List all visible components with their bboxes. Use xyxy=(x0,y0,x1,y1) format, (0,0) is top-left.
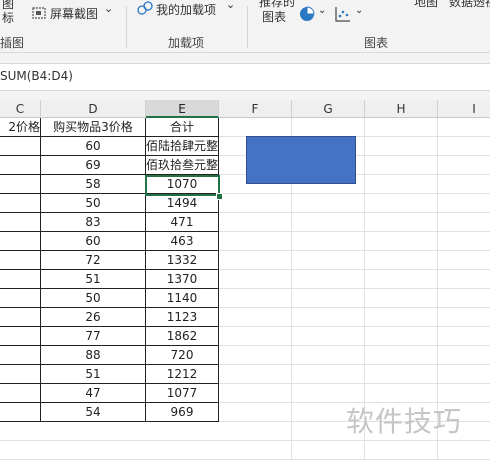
column-header-g[interactable]: G xyxy=(292,100,365,118)
formula-text[interactable]: SUM(B4:D4) xyxy=(0,69,73,83)
table-cell-e[interactable]: 471 xyxy=(146,213,219,232)
column-header-e[interactable]: E xyxy=(146,100,219,118)
column-header-i[interactable]: I xyxy=(438,100,490,118)
scatter-chart-dropdown-icon[interactable]: ⌄ xyxy=(355,5,363,16)
recommended-charts-line2[interactable]: 图表 xyxy=(262,8,286,25)
table-cell-d[interactable]: 83 xyxy=(41,213,146,232)
table-cell-d[interactable]: 69 xyxy=(41,156,146,175)
selected-cell-outline xyxy=(145,175,220,196)
pie-chart-icon[interactable] xyxy=(298,5,316,23)
table-cell-e[interactable]: 1123 xyxy=(146,308,219,327)
gridline xyxy=(0,440,490,441)
table-cell-c[interactable] xyxy=(0,175,41,194)
watermark: 软件技巧 xyxy=(346,405,463,438)
table-cell-d[interactable]: 77 xyxy=(41,327,146,346)
table-cell-d[interactable]: 51 xyxy=(41,365,146,384)
column-header-f[interactable]: F xyxy=(219,100,292,118)
table-cell-e[interactable]: 969 xyxy=(146,403,219,422)
table-cell-d[interactable]: 58 xyxy=(41,175,146,194)
table-cell-d[interactable]: 60 xyxy=(41,232,146,251)
cell-e1[interactable]: 合计 xyxy=(146,118,219,137)
pie-chart-dropdown-icon[interactable]: ⌄ xyxy=(318,5,326,16)
table-cell-d[interactable]: 54 xyxy=(41,403,146,422)
table-cell-d[interactable]: 26 xyxy=(41,308,146,327)
table-cell-e[interactable]: 1370 xyxy=(146,270,219,289)
table-cell-d[interactable]: 50 xyxy=(41,289,146,308)
screenshot-icon[interactable] xyxy=(32,5,46,19)
cell-d1[interactable]: 购买物品3价格 xyxy=(41,118,146,137)
table-cell-d[interactable]: 51 xyxy=(41,270,146,289)
table-cell-e[interactable]: 1862 xyxy=(146,327,219,346)
ribbon-separator xyxy=(126,6,127,48)
ribbon: 图 标 屏幕截图 ⌄ 我的加载项 ⌄ 推荐的 图表 ⌄ ⌄ 地图 数据透视 插图… xyxy=(0,0,490,53)
table-cell-c[interactable] xyxy=(0,289,41,308)
table-cell-e[interactable]: 463 xyxy=(146,232,219,251)
table-cell-c[interactable] xyxy=(0,137,41,156)
table-cell-c[interactable] xyxy=(0,346,41,365)
my-addins-button[interactable]: 我的加载项 xyxy=(156,1,216,18)
table-cell-c[interactable] xyxy=(0,308,41,327)
table-cell-e[interactable]: 1332 xyxy=(146,251,219,270)
column-header-d[interactable]: D xyxy=(41,100,146,118)
chevron-down-icon[interactable]: ⌄ xyxy=(104,2,113,15)
table-cell-e[interactable]: 1077 xyxy=(146,384,219,403)
formula-bar[interactable]: SUM(B4:D4) xyxy=(0,63,490,91)
table-cell-e[interactable]: 720 xyxy=(146,346,219,365)
table-cell-d[interactable]: 72 xyxy=(41,251,146,270)
table-cell-c[interactable] xyxy=(0,403,41,422)
table-cell-c[interactable] xyxy=(0,327,41,346)
table-cell-e[interactable]: 1494 xyxy=(146,194,219,213)
table-cell-d[interactable]: 60 xyxy=(41,137,146,156)
pivot-chart-button[interactable]: 数据透视 xyxy=(449,0,490,10)
fill-handle[interactable] xyxy=(216,193,223,200)
chevron-down-icon[interactable]: ⌄ xyxy=(226,0,235,11)
cell-c1[interactable]: 2价格 xyxy=(0,118,41,137)
table-cell-c[interactable] xyxy=(0,156,41,175)
table-cell-c[interactable] xyxy=(0,365,41,384)
scatter-chart-icon[interactable] xyxy=(334,5,352,23)
table-cell-d[interactable]: 50 xyxy=(41,194,146,213)
group-addins-label: 加载项 xyxy=(168,36,205,50)
illustration-button-line2[interactable]: 标 xyxy=(2,9,14,26)
table-cell-c[interactable] xyxy=(0,384,41,403)
table-cell-c[interactable] xyxy=(0,213,41,232)
table-cell-c[interactable] xyxy=(0,251,41,270)
screenshot-button[interactable]: 屏幕截图 xyxy=(50,5,98,22)
column-header-c[interactable]: C xyxy=(0,100,41,118)
addins-icon[interactable] xyxy=(137,0,153,16)
table-cell-e[interactable]: 佰陆拾肆元整 xyxy=(146,137,219,156)
table-cell-d[interactable]: 88 xyxy=(41,346,146,365)
ribbon-gap xyxy=(0,53,490,63)
group-illustrations-label: 插图 xyxy=(0,36,25,50)
formula-gap xyxy=(0,91,490,100)
table-cell-e[interactable]: 1212 xyxy=(146,365,219,384)
ribbon-separator xyxy=(247,6,248,48)
table-cell-e[interactable]: 佰玖拾叁元整 xyxy=(146,156,219,175)
group-charts-label: 图表 xyxy=(364,36,389,50)
table-cell-d[interactable]: 47 xyxy=(41,384,146,403)
table-cell-c[interactable] xyxy=(0,232,41,251)
column-header-h[interactable]: H xyxy=(365,100,438,118)
blue-rectangle-shape[interactable] xyxy=(246,136,356,184)
table-cell-c[interactable] xyxy=(0,194,41,213)
table-cell-c[interactable] xyxy=(0,270,41,289)
table-cell-e[interactable]: 1140 xyxy=(146,289,219,308)
maps-button[interactable]: 地图 xyxy=(414,0,438,10)
